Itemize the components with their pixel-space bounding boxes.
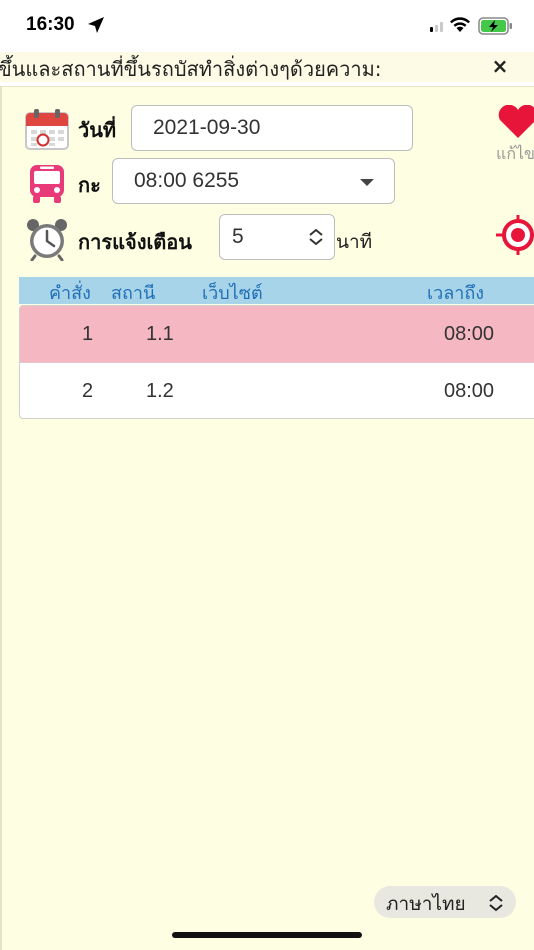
marquee-bar: ขึ้นและสถานที่ขึ้นรถบัสทำสิ่งต่างๆด้วยคว… xyxy=(0,52,534,82)
table-body: 1 1.1 08:00 2 1.2 08:00 xyxy=(19,305,534,419)
alert-value: 5 xyxy=(232,225,244,248)
bus-icon xyxy=(30,165,64,203)
alert-label: การแจ้งเตือน xyxy=(78,230,192,254)
target-icon[interactable] xyxy=(496,215,534,255)
cell-order: 2 xyxy=(82,380,94,402)
column-header-website: เว็บไซต์ xyxy=(202,283,263,304)
date-field[interactable]: 2021-09-30 xyxy=(131,105,413,151)
chevron-updown-icon xyxy=(489,894,503,912)
shift-value: 08:00 6255 xyxy=(134,169,240,192)
alarm-clock-icon xyxy=(27,219,67,261)
cell-station: 1.2 xyxy=(146,380,174,402)
alert-minutes-stepper[interactable]: 5 xyxy=(219,214,335,260)
cell-order: 1 xyxy=(82,323,94,345)
main-content: วันที่ 2021-09-30 แก้ไข กะ 08:00 6255 กา… xyxy=(0,86,534,950)
date-label: วันที่ xyxy=(78,118,117,142)
cell-arrival: 08:00 xyxy=(444,323,495,345)
home-indicator xyxy=(172,932,362,938)
calendar-icon xyxy=(25,109,69,150)
cell-station: 1.1 xyxy=(146,323,174,345)
location-arrow-icon xyxy=(88,17,104,33)
shift-label: กะ xyxy=(78,173,101,197)
table-row[interactable]: 2 1.2 08:00 xyxy=(20,362,534,418)
language-label: ภาษาไทย xyxy=(386,893,466,915)
alert-unit-label: นาที xyxy=(336,231,373,253)
station-table: คำสั่ง สถานี เว็บไซต์ เวลาถึง 1 1.1 08:0… xyxy=(19,277,534,419)
cellular-signal-icon xyxy=(430,22,443,32)
battery-charging-icon xyxy=(478,17,512,35)
date-value: 2021-09-30 xyxy=(153,116,261,139)
column-header-order: คำสั่ง xyxy=(49,283,91,304)
chevron-updown-icon xyxy=(309,228,323,246)
table-header: คำสั่ง สถานี เว็บไซต์ เวลาถึง xyxy=(19,277,534,304)
edit-label[interactable]: แก้ไข xyxy=(496,142,534,167)
column-header-station: สถานี xyxy=(111,283,156,304)
marquee-text: ขึ้นและสถานที่ขึ้นรถบัสทำสิ่งต่างๆด้วยคว… xyxy=(0,57,382,81)
status-bar: 16:30 xyxy=(0,0,534,52)
language-selector[interactable]: ภาษาไทย xyxy=(374,886,516,918)
wifi-icon xyxy=(450,17,470,32)
shift-select[interactable]: 08:00 6255 xyxy=(112,158,395,204)
heart-icon[interactable] xyxy=(496,105,534,139)
cell-arrival: 08:00 xyxy=(444,380,495,402)
column-header-arrival: เวลาถึง xyxy=(427,283,485,304)
status-time: 16:30 xyxy=(26,14,75,35)
chevron-down-icon xyxy=(360,179,374,186)
table-row[interactable]: 1 1.1 08:00 xyxy=(20,306,534,362)
close-marquee-button[interactable]: × xyxy=(488,54,512,78)
